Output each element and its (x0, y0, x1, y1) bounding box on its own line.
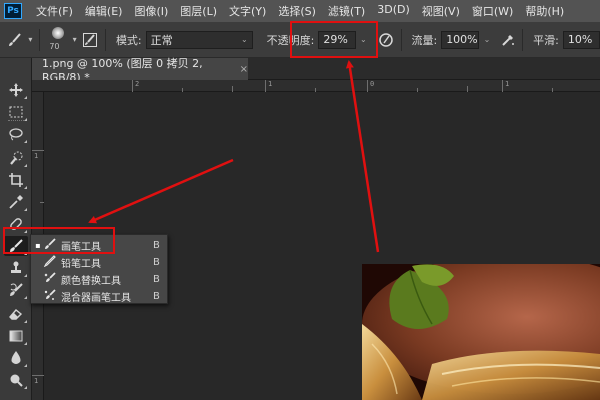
ruler-label: 1 (505, 80, 510, 88)
clone-stamp-tool-icon[interactable] (4, 258, 28, 278)
quick-selection-tool-icon[interactable] (4, 148, 28, 168)
menu-select[interactable]: 选择(S) (272, 3, 322, 19)
lasso-tool-icon[interactable] (4, 124, 28, 144)
separator (522, 28, 524, 51)
ruler-label: 1 (268, 80, 273, 88)
separator (104, 28, 106, 51)
pressure-opacity-icon[interactable] (375, 29, 396, 51)
flyout-item-label: 混合器画笔工具 (61, 292, 131, 304)
brush-size-value: 70 (49, 41, 60, 51)
flyout-item-mixer-brush[interactable]: 混合器画笔工具 B (31, 288, 167, 304)
marquee-tool-icon[interactable] (4, 102, 28, 122)
brush-settings-panel-icon[interactable] (80, 29, 101, 51)
flow-slider-dropdown-icon[interactable]: ⌄ (481, 31, 493, 49)
preset-dropdown-icon[interactable]: ▾ (28, 35, 32, 44)
menu-view[interactable]: 视图(V) (416, 3, 466, 19)
flyout-item-label: 颜色替换工具 (61, 275, 121, 287)
smoothing-value: 10% (567, 33, 593, 46)
menu-window[interactable]: 窗口(W) (466, 3, 519, 19)
document-image[interactable] (362, 264, 600, 400)
menu-type[interactable]: 文字(Y) (223, 3, 272, 19)
flyout-item-shortcut: B (153, 239, 160, 251)
ruler-label: 1 (34, 152, 39, 160)
move-tool-icon[interactable] (4, 80, 28, 100)
separator (400, 28, 402, 51)
gradient-tool-icon[interactable] (4, 326, 28, 346)
menu-3d[interactable]: 3D(D) (371, 3, 416, 19)
smoothing-label: 平滑: (533, 33, 559, 47)
mode-label: 模式: (115, 33, 142, 47)
airbrush-icon[interactable] (497, 29, 518, 51)
flyout-item-label: 铅笔工具 (61, 258, 101, 270)
history-brush-tool-icon[interactable] (4, 280, 28, 300)
menu-file[interactable]: 文件(F) (30, 3, 79, 19)
blur-tool-icon[interactable] (4, 348, 28, 368)
separator (39, 28, 41, 51)
blend-mode-select[interactable]: 正常 ⌄ (145, 30, 253, 49)
flyout-item-pencil[interactable]: 铅笔工具 B (31, 254, 167, 270)
menu-image[interactable]: 图像(I) (128, 3, 174, 19)
ruler-label: 1 (34, 377, 39, 385)
smoothing-input[interactable]: 10% (562, 30, 600, 49)
flyout-item-shortcut: B (153, 290, 160, 302)
crop-tool-icon[interactable] (4, 170, 28, 190)
eyedropper-tool-icon[interactable] (4, 192, 28, 212)
mixer-brush-icon (43, 288, 57, 304)
ruler-label: 2 (135, 80, 140, 88)
menu-filter[interactable]: 滤镜(T) (322, 3, 371, 19)
flyout-item-shortcut: B (153, 273, 160, 285)
flow-input[interactable]: 100% (441, 30, 480, 49)
ruler-label: 0 (370, 80, 375, 88)
brush-tool-highlight-box (3, 227, 115, 254)
menu-edit[interactable]: 编辑(E) (79, 3, 129, 19)
document-tab[interactable]: 1.png @ 100% (图层 0 拷贝 2, RGB/8) * × (32, 57, 248, 84)
dodge-tool-icon[interactable] (4, 370, 28, 390)
close-icon[interactable]: × (240, 64, 248, 75)
color-replacement-icon (43, 271, 57, 287)
menu-items: 文件(F) 编辑(E) 图像(I) 图层(L) 文字(Y) 选择(S) 滤镜(T… (30, 3, 570, 19)
menu-bar: Ps 文件(F) 编辑(E) 图像(I) 图层(L) 文字(Y) 选择(S) 滤… (0, 0, 600, 22)
opacity-highlight-box (290, 21, 378, 58)
pencil-icon (43, 254, 57, 270)
flow-label: 流量: (411, 33, 438, 47)
chevron-down-icon: ⌄ (240, 35, 248, 44)
flow-value: 100% (446, 33, 478, 46)
flyout-item-color-replacement[interactable]: 颜色替换工具 B (31, 271, 167, 287)
blend-mode-value: 正常 (150, 33, 173, 47)
photoshop-logo: Ps (4, 3, 22, 19)
eraser-tool-icon[interactable] (4, 304, 28, 324)
menu-layer[interactable]: 图层(L) (174, 3, 223, 19)
brush-tool-preset-icon[interactable] (4, 29, 25, 51)
brush-picker-dropdown-icon[interactable]: ▾ (73, 35, 77, 44)
horizontal-ruler[interactable]: 2 1 0 1 (32, 80, 600, 92)
flyout-item-shortcut: B (153, 256, 160, 268)
document-tab-bar: 1.png @ 100% (图层 0 拷贝 2, RGB/8) * × (32, 57, 600, 84)
brush-preset-picker[interactable]: 70 (46, 25, 69, 55)
brush-tip-icon (52, 26, 65, 39)
menu-help[interactable]: 帮助(H) (519, 3, 570, 19)
